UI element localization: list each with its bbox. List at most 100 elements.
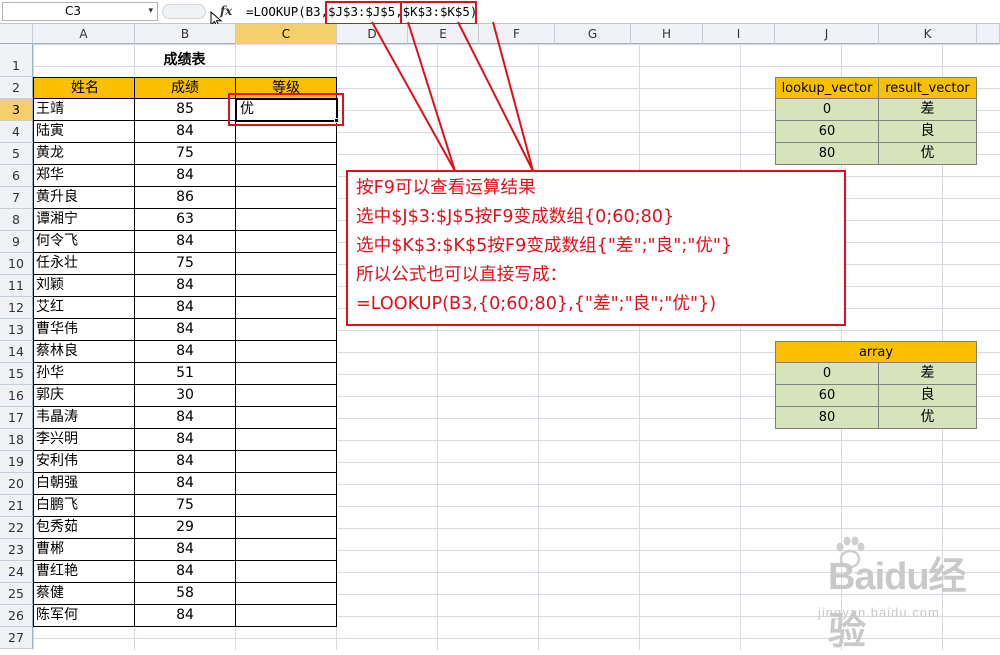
cell-grade[interactable]	[236, 407, 337, 429]
cell-grade[interactable]	[236, 319, 337, 341]
row-header-14[interactable]: 14	[0, 341, 33, 363]
row-header-25[interactable]: 25	[0, 583, 33, 605]
cell-score[interactable]: 84	[135, 605, 236, 627]
cell-array-value[interactable]: 0	[775, 363, 879, 385]
cell-name[interactable]: 谭湘宁	[33, 209, 135, 231]
cell-name[interactable]: 包秀茹	[33, 517, 135, 539]
cell-score[interactable]: 75	[135, 143, 236, 165]
row-header-24[interactable]: 24	[0, 561, 33, 583]
cell-score[interactable]: 30	[135, 385, 236, 407]
row-header-8[interactable]: 8	[0, 209, 33, 231]
cell-grade[interactable]	[236, 605, 337, 627]
cell-score[interactable]: 84	[135, 121, 236, 143]
formula-bar-splitter[interactable]	[162, 4, 206, 19]
row-header-10[interactable]: 10	[0, 253, 33, 275]
chevron-down-icon[interactable]: ▾	[148, 3, 153, 20]
cell-grade[interactable]	[236, 187, 337, 209]
cell-name[interactable]: 刘颖	[33, 275, 135, 297]
row-header-26[interactable]: 26	[0, 605, 33, 627]
row-header-6[interactable]: 6	[0, 165, 33, 187]
cell-grade[interactable]	[236, 561, 337, 583]
cell-score[interactable]: 84	[135, 275, 236, 297]
cell-name[interactable]: 王靖	[33, 99, 135, 121]
cell-name[interactable]: 曹华伟	[33, 319, 135, 341]
cell-grade[interactable]	[236, 451, 337, 473]
cell-name[interactable]: 郭庆	[33, 385, 135, 407]
cell-array-label[interactable]: 优	[879, 407, 977, 429]
cell-score[interactable]: 84	[135, 429, 236, 451]
cell-name[interactable]: 蔡健	[33, 583, 135, 605]
cell-score[interactable]: 63	[135, 209, 236, 231]
cell-grade[interactable]	[236, 495, 337, 517]
cell-grade[interactable]	[236, 341, 337, 363]
header-result-vector[interactable]: result_vector	[879, 77, 977, 99]
cell-name[interactable]: 安利伟	[33, 451, 135, 473]
cell-name[interactable]: 曹郴	[33, 539, 135, 561]
cell-name[interactable]: 任永壮	[33, 253, 135, 275]
cell-name[interactable]: 韦晶涛	[33, 407, 135, 429]
cell-grade[interactable]	[236, 275, 337, 297]
cell-score[interactable]: 84	[135, 451, 236, 473]
row-header-15[interactable]: 15	[0, 363, 33, 385]
column-header-h[interactable]: H	[631, 24, 703, 44]
header-lookup-vector[interactable]: lookup_vector	[775, 77, 879, 99]
cell-result-value[interactable]: 良	[879, 121, 977, 143]
row-header-27[interactable]: 27	[0, 627, 33, 649]
cell-array-value[interactable]: 80	[775, 407, 879, 429]
cell-score[interactable]: 85	[135, 99, 236, 121]
cell-array-label[interactable]: 良	[879, 385, 977, 407]
cell-score[interactable]: 75	[135, 253, 236, 275]
cell-array-label[interactable]: 差	[879, 363, 977, 385]
cell-result-value[interactable]: 优	[879, 143, 977, 165]
cell-grade[interactable]	[236, 517, 337, 539]
cell-lookup-value[interactable]: 60	[775, 121, 879, 143]
row-header-4[interactable]: 4	[0, 121, 33, 143]
cell-grade[interactable]	[236, 231, 337, 253]
cell-score[interactable]: 84	[135, 231, 236, 253]
column-header-overflow[interactable]	[977, 24, 1000, 44]
column-header-c[interactable]: C	[236, 24, 337, 44]
cell-grade[interactable]	[236, 121, 337, 143]
row-header-3[interactable]: 3	[0, 99, 33, 121]
header-name[interactable]: 姓名	[33, 77, 135, 99]
cell-grade[interactable]	[236, 583, 337, 605]
cell-array-value[interactable]: 60	[775, 385, 879, 407]
cell-score[interactable]: 75	[135, 495, 236, 517]
cell-score[interactable]: 51	[135, 363, 236, 385]
cell-lookup-value[interactable]: 80	[775, 143, 879, 165]
row-header-22[interactable]: 22	[0, 517, 33, 539]
header-score[interactable]: 成绩	[135, 77, 236, 99]
cell-name[interactable]: 蔡林良	[33, 341, 135, 363]
cell-name[interactable]: 白鹏飞	[33, 495, 135, 517]
column-header-d[interactable]: D	[337, 24, 408, 44]
column-header-k[interactable]: K	[879, 24, 977, 44]
name-box[interactable]: C3 ▾	[2, 2, 158, 21]
select-all-corner[interactable]	[0, 24, 33, 44]
cell-score[interactable]: 29	[135, 517, 236, 539]
column-header-a[interactable]: A	[33, 24, 135, 44]
cell-grade[interactable]	[236, 539, 337, 561]
cell-grade[interactable]	[236, 209, 337, 231]
cell-grade[interactable]	[236, 429, 337, 451]
cell-name[interactable]: 艾红	[33, 297, 135, 319]
cell-result-value[interactable]: 差	[879, 99, 977, 121]
column-header-g[interactable]: G	[555, 24, 631, 44]
row-header-20[interactable]: 20	[0, 473, 33, 495]
row-header-19[interactable]: 19	[0, 451, 33, 473]
cell-name[interactable]: 白朝强	[33, 473, 135, 495]
row-header-13[interactable]: 13	[0, 319, 33, 341]
cell-score[interactable]: 84	[135, 473, 236, 495]
column-header-f[interactable]: F	[479, 24, 555, 44]
header-array[interactable]: array	[775, 341, 977, 363]
row-header-17[interactable]: 17	[0, 407, 33, 429]
row-header-11[interactable]: 11	[0, 275, 33, 297]
fill-handle[interactable]	[334, 118, 339, 123]
row-header-21[interactable]: 21	[0, 495, 33, 517]
cell-name[interactable]: 黄龙	[33, 143, 135, 165]
cell-grade[interactable]	[236, 253, 337, 275]
cell-score[interactable]: 58	[135, 583, 236, 605]
row-header-5[interactable]: 5	[0, 143, 33, 165]
cell-grade[interactable]: 优	[236, 99, 337, 121]
column-header-b[interactable]: B	[135, 24, 236, 44]
cell-name[interactable]: 郑华	[33, 165, 135, 187]
